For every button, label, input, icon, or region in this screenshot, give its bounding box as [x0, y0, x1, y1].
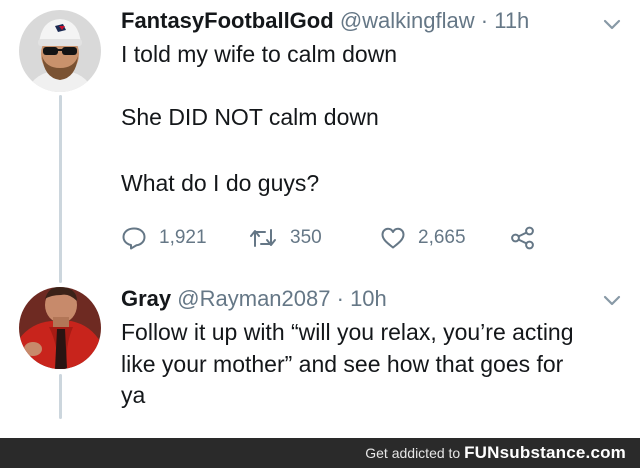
tweet[interactable]: FantasyFootballGod @walkingflaw · 11h I … — [0, 0, 640, 283]
separator-dot: · — [336, 286, 344, 311]
reply-icon — [122, 227, 146, 250]
reply-count: 1,921 — [159, 227, 207, 248]
tweet-text-line: She DID NOT calm down — [121, 104, 379, 130]
reply-text-line: Follow it up with “will you relax, you’r… — [121, 319, 574, 345]
user-handle[interactable]: @walkingflaw — [340, 8, 475, 33]
avatar[interactable] — [19, 287, 101, 369]
tweet-text-line: I told my wife to calm down — [121, 41, 398, 67]
tweet-header: FantasyFootballGod @walkingflaw · 11h — [121, 7, 529, 35]
share-button[interactable] — [510, 223, 548, 253]
retweet-count: 350 — [290, 227, 322, 248]
chevron-down-icon[interactable] — [602, 294, 622, 308]
profile-photo-icon — [19, 10, 101, 92]
display-name[interactable]: FantasyFootballGod — [121, 8, 334, 33]
heart-icon — [381, 227, 405, 249]
display-name[interactable]: Gray — [121, 286, 171, 311]
reply-text-line: like your mother” and see how that goes … — [121, 351, 564, 377]
watermark-tagline: Get addicted to — [365, 445, 461, 461]
chevron-down-icon[interactable] — [602, 18, 622, 32]
timestamp[interactable]: 11h — [494, 8, 529, 33]
thread-line — [59, 374, 62, 419]
tweet-header: Gray @Rayman2087 · 10h — [121, 285, 387, 313]
avatar[interactable] — [19, 10, 101, 92]
retweet-icon — [250, 229, 276, 247]
like-button[interactable]: 2,665 — [380, 223, 466, 253]
reply-button[interactable]: 1,921 — [121, 223, 207, 253]
watermark-banner: Get addicted to FUNsubstance.com — [0, 438, 640, 468]
watermark-text: Get addicted to FUNsubstance.com — [365, 444, 626, 462]
like-count: 2,665 — [418, 227, 466, 248]
watermark-brand[interactable]: FUNsubstance.com — [464, 443, 626, 462]
tweet-text-line: What do I do guys? — [121, 170, 320, 196]
user-handle[interactable]: @Rayman2087 — [177, 286, 330, 311]
profile-photo-icon — [19, 287, 101, 369]
retweet-button[interactable]: 350 — [248, 223, 322, 253]
timestamp[interactable]: 10h — [350, 286, 387, 311]
reply-text-line: ya — [121, 382, 146, 408]
thread-line — [59, 95, 62, 283]
tweet[interactable]: Gray @Rayman2087 · 10h Follow it up with… — [0, 283, 640, 438]
share-icon — [511, 226, 534, 250]
separator-dot: · — [480, 8, 489, 33]
